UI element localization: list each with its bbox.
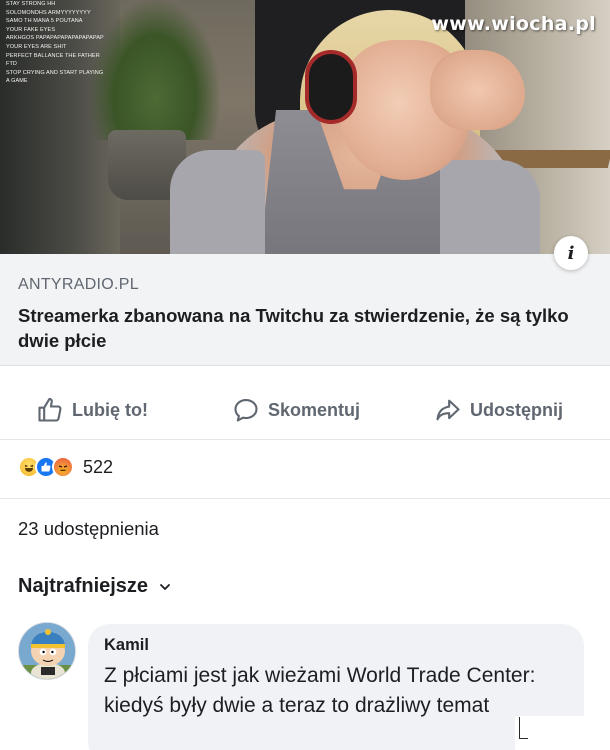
chat-line: SOLOMONDHS ARMYYYYYYYY	[6, 9, 91, 16]
chat-line: Your eyes are shit	[6, 43, 67, 50]
angry-icon	[52, 456, 74, 478]
speech-bubble-icon	[234, 399, 258, 422]
crop-corner-mark	[519, 717, 528, 739]
comment-text: Z płciami jest jak wieżami World Trade C…	[104, 664, 536, 717]
share-button[interactable]: Udostępnij	[434, 396, 563, 424]
post-actions-bar: Lubię to! Skomentuj Udostępnij	[0, 380, 610, 440]
chat-line: FTD	[6, 61, 17, 68]
thumbs-up-icon	[38, 397, 62, 422]
comment-label: Skomentuj	[268, 399, 361, 420]
like-button[interactable]: Lubię to!	[36, 396, 148, 424]
comment-bubble[interactable]: Kamil Z płciami jest jak wieżami World T…	[88, 624, 584, 750]
comment-sort-dropdown[interactable]: Najtrafniejsze	[18, 575, 172, 598]
reaction-count: 522	[83, 456, 114, 477]
like-label: Lubię to!	[72, 399, 148, 420]
cardigan-left	[170, 150, 265, 254]
info-icon: i	[567, 242, 575, 264]
comment-author[interactable]: Kamil	[104, 636, 568, 655]
comment-button[interactable]: Skomentuj	[232, 396, 360, 424]
watermark: www.wiocha.pl	[431, 13, 596, 35]
headphones-icon	[305, 50, 357, 124]
info-button[interactable]: i	[554, 236, 588, 270]
avatar[interactable]	[18, 622, 76, 680]
chat-line: STOP CRYING AND START PLAYING	[6, 69, 104, 76]
cardigan-right	[440, 160, 540, 254]
streamer-hand	[430, 50, 525, 130]
chat-line: perfect ballance the father	[6, 52, 100, 59]
link-preview-card[interactable]: ANTYRADIO.PL Streamerka zbanowana na Twi…	[0, 254, 610, 366]
post-image[interactable]: stay strong hh SOLOMONDHS ARMYYYYYYYY SA…	[0, 0, 610, 254]
cartoon-avatar-icon	[19, 623, 75, 679]
chevron-down-icon	[160, 583, 170, 590]
link-title[interactable]: Streamerka zbanowana na Twitchu za stwie…	[18, 303, 592, 353]
chat-line: YOUR FAKE EYES	[6, 26, 56, 33]
chat-line: SAMO TH MANA 5 POUTANA	[6, 18, 83, 25]
divider	[0, 498, 610, 499]
chat-line: A GAME	[6, 78, 28, 85]
cropped-area	[515, 716, 610, 750]
link-domain: ANTYRADIO.PL	[18, 276, 139, 293]
chat-line: ARKHGOS PAPAPAPAPAPAPAPAPAP	[6, 35, 104, 42]
sort-label: Najtrafniejsze	[18, 575, 149, 597]
share-arrow-icon	[436, 399, 460, 421]
reactions-summary[interactable]: 522	[18, 456, 113, 478]
chat-line: stay strong hh	[6, 1, 56, 7]
stream-chat-overlay: stay strong hh SOLOMONDHS ARMYYYYYYYY SA…	[0, 0, 160, 86]
share-count[interactable]: 23 udostępnienia	[18, 518, 159, 540]
share-label: Udostępnij	[470, 399, 563, 420]
